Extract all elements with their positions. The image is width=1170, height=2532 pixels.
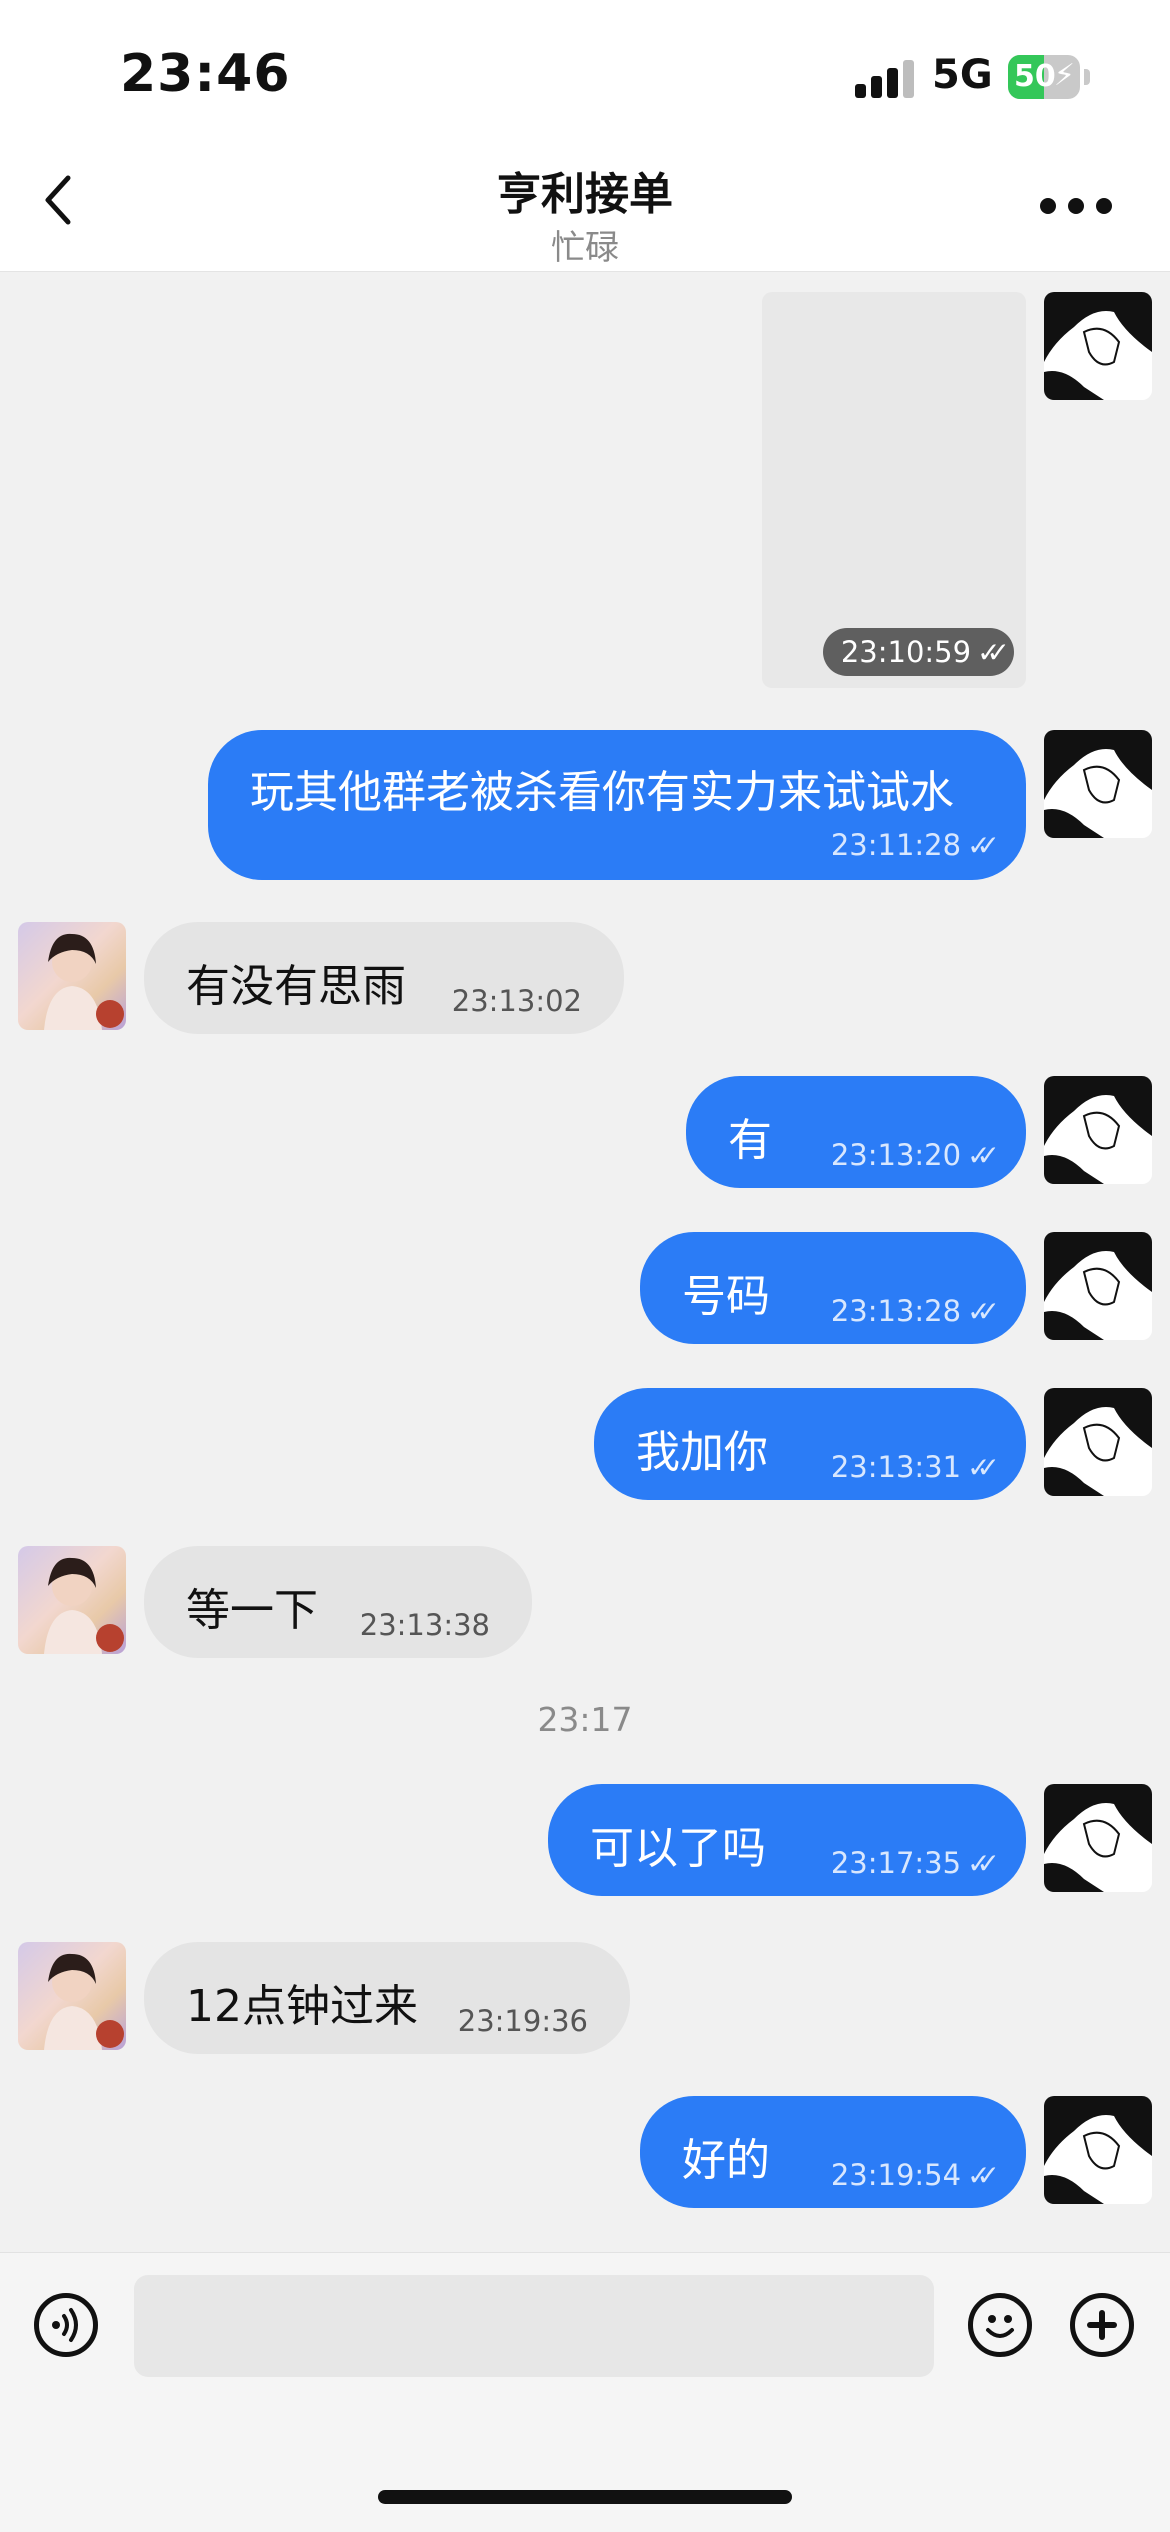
- status-bar: 23:46 5G 50 ⚡: [0, 0, 1170, 140]
- avatar-image: [1044, 730, 1152, 838]
- my-avatar[interactable]: [1044, 2096, 1152, 2204]
- message-time: 23:13:38: [359, 1608, 490, 1642]
- avatar-image: [1044, 2096, 1152, 2204]
- message-time: 23:17:35 ✓✓: [830, 1846, 1000, 1880]
- message-text: 有没有思雨: [186, 961, 406, 1012]
- battery-tip: [1084, 69, 1090, 85]
- my-avatar[interactable]: [1044, 730, 1152, 838]
- avatar-image: [44, 933, 124, 1030]
- message-bubble-sent[interactable]: 有 23:13:20 ✓✓: [686, 1076, 1026, 1188]
- voice-icon: [52, 2308, 78, 2342]
- avatar-image: [1044, 292, 1152, 400]
- message-text: 等一下: [186, 1585, 318, 1636]
- message-bubble-received[interactable]: 12点钟过来 23:19:36: [144, 1942, 630, 2054]
- message-text: 可以了吗: [590, 1823, 766, 1874]
- message-bubble-sent[interactable]: 可以了吗 23:17:35 ✓✓: [548, 1784, 1026, 1896]
- chat-header: 亨利接单 忙碌: [0, 140, 1170, 272]
- avatar-image: [1044, 1784, 1152, 1892]
- more-button[interactable]: [1040, 198, 1112, 214]
- contact-avatar[interactable]: [18, 922, 126, 1030]
- voice-button[interactable]: [34, 2293, 98, 2357]
- battery-percent: 50: [1014, 59, 1056, 94]
- message-time: 23:13:20 ✓✓: [830, 1138, 1000, 1172]
- message-text: 12点钟过来: [186, 1981, 418, 2032]
- contact-avatar[interactable]: [18, 1942, 126, 2050]
- avatar-image: [44, 1953, 124, 2050]
- my-avatar[interactable]: [1044, 1388, 1152, 1496]
- message-bubble-received[interactable]: 有没有思雨 23:13:02: [144, 922, 624, 1034]
- avatar-image: [1044, 1388, 1152, 1496]
- my-avatar[interactable]: [1044, 292, 1152, 400]
- message-bubble-sent[interactable]: 我加你 23:13:31 ✓✓: [594, 1388, 1026, 1500]
- image-message[interactable]: 23:10:59 ✓✓: [762, 292, 1026, 688]
- chat-title: 亨利接单: [497, 169, 673, 220]
- network-type: 5G: [932, 52, 993, 98]
- message-text: 号码: [682, 1271, 770, 1322]
- double-check-icon: ✓✓: [967, 1451, 1000, 1484]
- message-input[interactable]: [134, 2275, 934, 2377]
- message-bubble-received[interactable]: 等一下 23:13:38: [144, 1546, 532, 1658]
- chat-status: 忙碌: [551, 228, 619, 268]
- cellular-signal-icon: [855, 60, 917, 98]
- my-avatar[interactable]: [1044, 1076, 1152, 1184]
- home-indicator[interactable]: [378, 2490, 792, 2504]
- message-time: 23:19:36: [457, 2004, 588, 2038]
- double-check-icon: ✓✓: [967, 1847, 1000, 1880]
- double-check-icon: ✓✓: [977, 636, 1010, 669]
- double-check-icon: ✓✓: [967, 2159, 1000, 2192]
- emoji-button[interactable]: [968, 2293, 1032, 2357]
- contact-avatar[interactable]: [18, 1546, 126, 1654]
- message-text: 好的: [682, 2135, 770, 2186]
- double-check-icon: ✓✓: [967, 1139, 1000, 1172]
- avatar-image: [44, 1557, 124, 1654]
- time-divider: 23:17: [537, 1700, 633, 1739]
- message-time: 23:19:54 ✓✓: [830, 2158, 1000, 2192]
- message-time: 23:13:31 ✓✓: [830, 1450, 1000, 1484]
- message-bubble-sent[interactable]: 号码 23:13:28 ✓✓: [640, 1232, 1026, 1344]
- message-text: 有: [728, 1115, 772, 1166]
- charging-icon: ⚡: [1053, 58, 1075, 93]
- status-time: 23:46: [120, 44, 291, 104]
- double-check-icon: ✓✓: [967, 1295, 1000, 1328]
- my-avatar[interactable]: [1044, 1784, 1152, 1892]
- message-time: 23:10:59 ✓✓: [822, 628, 1014, 676]
- more-actions-button[interactable]: [1070, 2293, 1134, 2357]
- message-time: 23:13:02: [451, 984, 582, 1018]
- emoji-icon: [986, 2315, 1014, 2338]
- message-text: 我加你: [636, 1427, 768, 1478]
- message-bubble-sent[interactable]: 好的 23:19:54 ✓✓: [640, 2096, 1026, 2208]
- avatar-image: [1044, 1076, 1152, 1184]
- message-time: 23:11:28 ✓✓: [830, 828, 1000, 862]
- avatar-image: [1044, 1232, 1152, 1340]
- message-text: 玩其他群老被杀看你有实力来试试水: [250, 767, 954, 818]
- message-bubble-sent[interactable]: 玩其他群老被杀看你有实力来试试水 23:11:28 ✓✓: [208, 730, 1026, 880]
- message-time: 23:13:28 ✓✓: [830, 1294, 1000, 1328]
- my-avatar[interactable]: [1044, 1232, 1152, 1340]
- double-check-icon: ✓✓: [967, 829, 1000, 862]
- battery-icon: 50 ⚡: [1008, 55, 1080, 99]
- more-dots-icon: [1040, 198, 1056, 214]
